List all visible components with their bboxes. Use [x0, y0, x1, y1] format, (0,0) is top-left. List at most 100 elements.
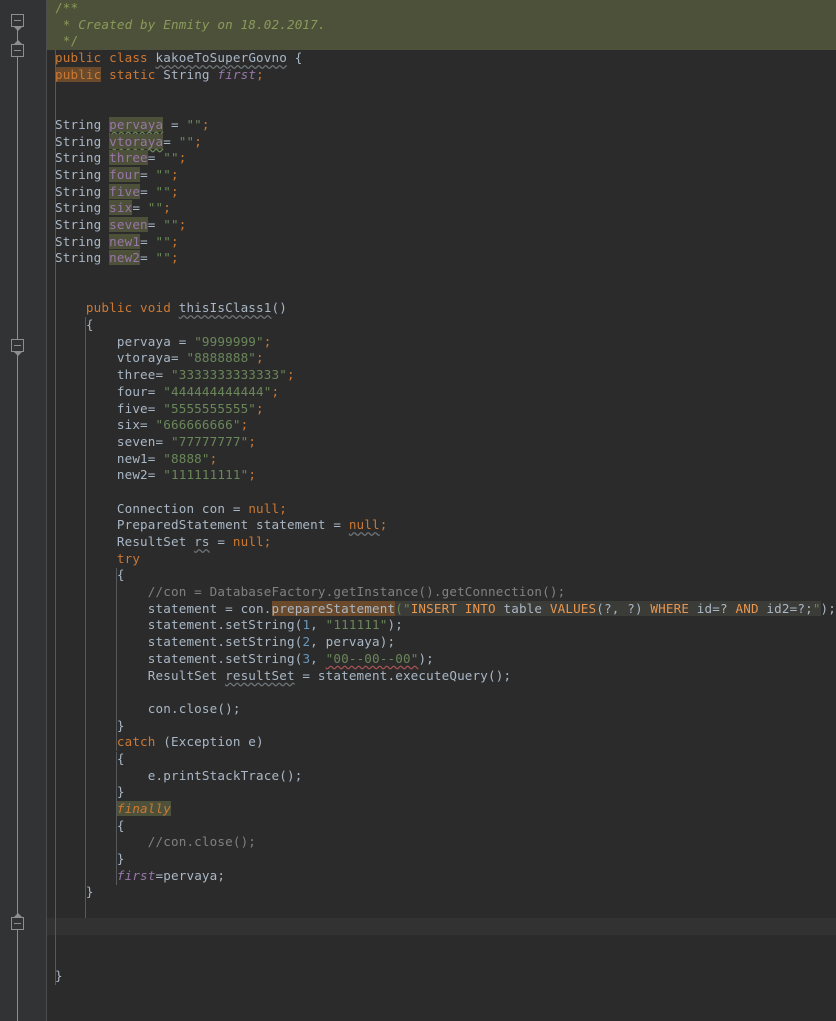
- code-token: three: [109, 150, 148, 166]
- code-line[interactable]: vtoraya= "8888888";: [47, 350, 836, 367]
- code-line[interactable]: six= "666666666";: [47, 417, 836, 434]
- code-token: new2=: [55, 467, 164, 483]
- code-line[interactable]: */: [47, 33, 836, 51]
- code-line[interactable]: seven= "77777777";: [47, 434, 836, 451]
- code-line[interactable]: }: [47, 851, 836, 868]
- code-line[interactable]: ResultSet rs = null;: [47, 534, 836, 551]
- code-line[interactable]: /**: [47, 0, 836, 17]
- code-line[interactable]: first=pervaya;: [47, 868, 836, 885]
- code-line[interactable]: String six= "";: [47, 200, 836, 217]
- code-line[interactable]: [47, 484, 836, 501]
- code-token: "3333333333333": [170, 367, 287, 383]
- code-token: String: [55, 216, 110, 232]
- code-token: "8888888": [186, 350, 257, 366]
- code-line[interactable]: new2= "111111111";: [47, 467, 836, 484]
- code-line[interactable]: public void thisIsClass1(): [47, 300, 836, 317]
- code-token: "": [147, 200, 164, 216]
- code-line[interactable]: finally: [47, 801, 836, 818]
- code-token: five: [109, 183, 141, 199]
- code-token: =: [140, 183, 156, 199]
- code-line[interactable]: con.close();: [47, 701, 836, 718]
- indent-guide: [115, 567, 117, 752]
- code-line[interactable]: [47, 684, 836, 701]
- code-token: }: [55, 884, 94, 900]
- code-line[interactable]: String pervaya = "";: [47, 116, 836, 134]
- code-line[interactable]: {: [47, 818, 836, 835]
- code-line[interactable]: [47, 917, 836, 935]
- code-token: =pervaya;: [155, 867, 226, 883]
- code-token: pervaya: [109, 116, 164, 132]
- code-line[interactable]: String new1= "";: [47, 233, 836, 251]
- code-line[interactable]: {: [47, 751, 836, 768]
- method-fold-open-icon[interactable]: [11, 339, 24, 356]
- code-line[interactable]: public static String first;: [47, 66, 836, 84]
- code-line[interactable]: [47, 284, 836, 301]
- code-line[interactable]: [47, 935, 836, 952]
- code-line[interactable]: }: [47, 884, 836, 901]
- javadoc-fold-open-icon[interactable]: [11, 14, 24, 31]
- code-line[interactable]: String four= "";: [47, 166, 836, 184]
- code-token: e.printStackTrace();: [55, 767, 303, 783]
- code-line[interactable]: }: [47, 718, 836, 735]
- code-token: first: [116, 867, 156, 883]
- code-line[interactable]: [47, 100, 836, 117]
- code-line[interactable]: String vtoraya= "";: [47, 133, 836, 151]
- code-line[interactable]: [47, 951, 836, 968]
- code-line[interactable]: {: [47, 317, 836, 334]
- code-line[interactable]: public class kakoeToSuperGovno {: [47, 50, 836, 67]
- code-line[interactable]: catch (Exception e): [47, 734, 836, 751]
- code-line[interactable]: [47, 267, 836, 284]
- code-content[interactable]: /** * Created by Enmity on 18.02.2017. *…: [47, 0, 836, 1021]
- editor-gutter[interactable]: [0, 0, 46, 1021]
- code-line[interactable]: [47, 901, 836, 918]
- code-line[interactable]: new1= "8888";: [47, 451, 836, 468]
- code-line[interactable]: statement.setString(3, "00--00--00");: [47, 651, 836, 668]
- javadoc-fold-close-icon[interactable]: [11, 40, 24, 57]
- code-token: =: [147, 150, 164, 166]
- code-line[interactable]: String new2= "";: [47, 250, 836, 267]
- code-line[interactable]: statement = con.prepareStatement("INSERT…: [47, 600, 836, 618]
- code-line[interactable]: [47, 83, 836, 100]
- code-line[interactable]: //con.close();: [47, 834, 836, 851]
- code-token: finally: [116, 801, 171, 816]
- code-line[interactable]: String seven= "";: [47, 216, 836, 234]
- code-line[interactable]: statement.setString(1, "111111");: [47, 617, 836, 634]
- code-line[interactable]: * Created by Enmity on 18.02.2017.: [47, 16, 836, 34]
- code-token: {: [55, 567, 125, 583]
- code-token: new2: [109, 250, 141, 266]
- code-line[interactable]: try: [47, 551, 836, 568]
- code-token: statement.setString(: [55, 650, 303, 666]
- code-line[interactable]: }: [47, 968, 836, 985]
- code-line[interactable]: //con = DatabaseFactory.getInstance().ge…: [47, 584, 836, 601]
- code-token: =: [163, 116, 187, 132]
- code-line[interactable]: }: [47, 784, 836, 801]
- method-fold-close-icon[interactable]: [11, 913, 24, 930]
- code-token: = statement.executeQuery();: [294, 667, 512, 683]
- code-line[interactable]: three= "3333333333333";: [47, 367, 836, 384]
- code-line[interactable]: String five= "";: [47, 183, 836, 201]
- code-token: null: [248, 500, 280, 516]
- code-token: public: [55, 66, 102, 82]
- code-line[interactable]: e.printStackTrace();: [47, 768, 836, 785]
- code-token: "5555555555": [163, 400, 257, 416]
- code-token: Connection con =: [55, 500, 249, 516]
- code-line[interactable]: {: [47, 567, 836, 584]
- code-line[interactable]: pervaya = "9999999";: [47, 334, 836, 351]
- code-token: null: [348, 517, 380, 533]
- code-line[interactable]: PreparedStatement statement = null;: [47, 517, 836, 534]
- code-token: null: [232, 534, 264, 549]
- code-token: ResultSet: [55, 534, 195, 549]
- code-line[interactable]: five= "5555555555";: [47, 401, 836, 418]
- code-line[interactable]: Connection con = null;: [47, 501, 836, 518]
- code-token: kakoeToSuperGovno: [155, 50, 287, 66]
- code-line[interactable]: four= "444444444444";: [47, 384, 836, 401]
- code-token: statement.setString(: [55, 634, 303, 650]
- code-token: ;: [171, 250, 179, 266]
- code-token: ;: [256, 66, 264, 82]
- code-line[interactable]: ResultSet resultSet = statement.executeQ…: [47, 668, 836, 685]
- code-token: =: [132, 200, 148, 216]
- code-line[interactable]: statement.setString(2, pervaya);: [47, 634, 836, 651]
- code-token: (Exception e): [163, 734, 264, 750]
- code-editor[interactable]: /** * Created by Enmity on 18.02.2017. *…: [0, 0, 836, 1021]
- code-line[interactable]: String three= "";: [47, 150, 836, 167]
